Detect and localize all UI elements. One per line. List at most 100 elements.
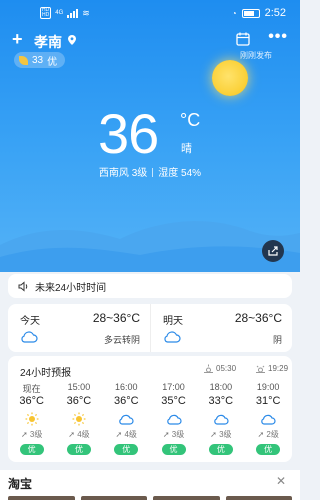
aqi-badge: 优 xyxy=(19,444,44,455)
wind-arrow-icon: ➚ xyxy=(210,430,220,439)
hour-temp: 35°C xyxy=(161,395,186,407)
hour-time: 现在 xyxy=(22,384,41,394)
weather-hero: HD HD 4G ≋ ◔ 2:52 + 孝南 ••• 刚刚发布 33 优 36 °… xyxy=(0,0,300,272)
aqi-badge: 优 xyxy=(256,444,281,455)
wind-arrow-icon: ➚ xyxy=(68,430,78,439)
hour-wind-level: 3级 xyxy=(171,430,185,439)
hills-illustration xyxy=(0,221,300,272)
divider xyxy=(152,168,154,177)
cloud-icon xyxy=(21,331,38,343)
aqi-value: 33 xyxy=(32,54,44,66)
hour-temp: 36°C xyxy=(66,395,92,407)
wifi-icon: ≋ xyxy=(82,7,90,18)
wind-arrow-icon: ➚ xyxy=(20,430,30,439)
wind-text: 西南风 3级 xyxy=(98,168,148,179)
hourly-item: 19:00 31°C ➚ 2级优 xyxy=(244,382,291,460)
hour-time: 18:00 xyxy=(209,382,233,392)
hour-wind: ➚ 4级 xyxy=(103,429,150,439)
hourly-list[interactable]: 现在 36°C ➚ 3级优 15:00 36°C ➚ 4级优 16:00 36°C ➚ 4级优 1… xyxy=(8,382,292,460)
network-label: 4G xyxy=(55,10,64,16)
wind-humidity: 西南风 3级 湿度 54% xyxy=(0,164,300,179)
location-pin-icon xyxy=(68,35,76,45)
hourly-title: 24小时预报 xyxy=(20,368,72,379)
notice-text: 未来24小时时间 xyxy=(35,282,107,294)
cloud-icon xyxy=(166,412,182,426)
hour-wind-level: 3级 xyxy=(219,430,232,439)
alarm-icon: ◔ xyxy=(231,8,237,18)
calendar-icon[interactable] xyxy=(236,32,250,46)
hourly-item: 17:00 35°C ➚ 3级优 xyxy=(150,382,197,460)
aqi-label: 优 xyxy=(47,56,58,68)
aqi-badge: 优 xyxy=(66,444,91,455)
two-day-forecast: 今天 28~36°C 多云转阴 明天 28~36°C 阴 xyxy=(8,304,292,352)
day-temp-range: 28~36°C xyxy=(234,311,282,325)
hour-wind-level: 3级 xyxy=(29,430,43,439)
publish-time: 刚刚发布 xyxy=(240,51,272,60)
cloud-icon xyxy=(118,412,134,426)
hour-time: 17:00 xyxy=(162,382,185,392)
day-today[interactable]: 今天 28~36°C 多云转阴 xyxy=(8,304,150,352)
share-button[interactable] xyxy=(262,240,284,262)
aqi-badge[interactable]: 33 优 xyxy=(14,52,66,68)
aqi-badge: 优 xyxy=(208,444,233,455)
sun-icon xyxy=(212,60,248,96)
hour-wind: ➚ 2级 xyxy=(244,429,291,439)
more-menu-icon[interactable]: ••• xyxy=(268,29,288,45)
hour-wind: ➚ 3级 xyxy=(150,429,197,439)
hour-wind-level: 2级 xyxy=(266,430,279,439)
ad-banner[interactable]: 淘宝 ✕ xyxy=(0,470,300,500)
share-icon xyxy=(268,246,278,256)
cloud-icon xyxy=(260,412,276,426)
ad-images xyxy=(8,496,292,500)
sun-icon xyxy=(24,412,40,426)
ad-title: 淘宝 xyxy=(8,477,33,491)
hourly-item: 18:00 33°C ➚ 3级优 xyxy=(197,382,244,460)
aqi-badge: 优 xyxy=(114,444,139,455)
day-name: 明天 xyxy=(163,316,183,327)
hour-wind-level: 4级 xyxy=(124,430,137,439)
hour-wind: ➚ 3级 xyxy=(197,429,244,439)
cloud-icon xyxy=(164,331,181,343)
sunrise-time: 05:30 xyxy=(216,364,237,373)
day-condition: 阴 xyxy=(272,335,282,345)
close-icon[interactable]: ✕ xyxy=(276,474,286,488)
humidity-text: 湿度 54% xyxy=(158,168,202,179)
signal-icon xyxy=(67,8,79,18)
day-name: 今天 xyxy=(20,316,40,327)
sunset: 19:29 xyxy=(256,364,288,373)
hourly-forecast: 24小时预报 05:30 19:29 现在 36°C ➚ 3级优 15:00 36°C ➚… xyxy=(8,356,292,462)
battery-icon xyxy=(241,8,260,18)
hd-icon: HD HD xyxy=(40,7,52,19)
city-name[interactable]: 孝南 xyxy=(34,32,62,52)
wind-arrow-icon: ➚ xyxy=(162,430,172,439)
forecast-notice[interactable]: 未来24小时时间 xyxy=(8,274,292,298)
current-condition: 晴 xyxy=(181,143,192,155)
day-temp-range: 28~36°C xyxy=(92,311,140,325)
sunrise: 05:30 xyxy=(204,364,236,373)
leaf-icon xyxy=(19,55,28,65)
day-tomorrow[interactable]: 明天 28~36°C 阴 xyxy=(150,304,292,352)
sunrise-icon xyxy=(204,364,213,373)
add-city-button[interactable]: + xyxy=(12,28,23,50)
hour-temp: 31°C xyxy=(255,395,281,407)
speaker-icon xyxy=(18,280,28,292)
hourly-item: 现在 36°C ➚ 3级优 xyxy=(8,382,55,460)
hour-time: 15:00 xyxy=(67,382,91,392)
aqi-badge: 优 xyxy=(161,444,186,455)
top-bar: + 孝南 ••• 刚刚发布 xyxy=(12,28,288,61)
current-temperature: 36 xyxy=(98,102,159,165)
clock: 2:52 xyxy=(264,7,286,19)
temperature-unit: °C xyxy=(180,110,201,130)
hour-wind: ➚ 3级 xyxy=(8,429,55,439)
hour-temp: 36°C xyxy=(113,395,139,407)
cloud-icon xyxy=(213,412,229,426)
hour-temp: 36°C xyxy=(19,395,44,407)
hour-wind-level: 4级 xyxy=(77,430,90,439)
hour-time: 19:00 xyxy=(256,382,280,392)
signal-indicators: HD HD 4G ≋ xyxy=(40,7,90,19)
sunset-icon xyxy=(256,365,265,373)
sunset-time: 19:29 xyxy=(268,364,289,373)
sun-icon xyxy=(71,412,87,426)
hour-time: 16:00 xyxy=(114,382,138,392)
status-bar: HD HD 4G ≋ ◔ 2:52 xyxy=(0,0,300,28)
